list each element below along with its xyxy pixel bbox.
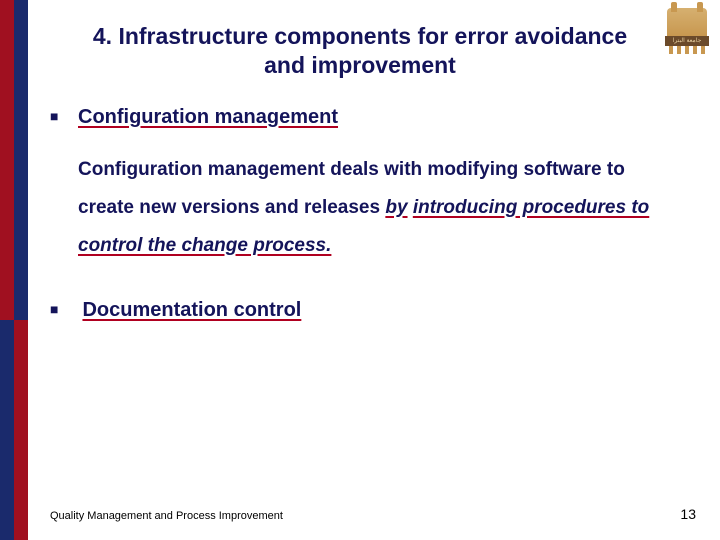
slide-content: 4. Infrastructure components for error a… <box>50 22 670 342</box>
logo-building-icon <box>667 8 707 36</box>
bullet-heading: Documentation control <box>82 299 301 321</box>
slide-title: 4. Infrastructure components for error a… <box>50 22 670 80</box>
sidebar-blue-bottom <box>0 320 14 540</box>
sidebar-red-top <box>0 0 14 320</box>
page-number: 13 <box>680 506 696 522</box>
body-text-by: by <box>385 197 407 218</box>
footer-title: Quality Management and Process Improveme… <box>50 510 283 522</box>
slide-footer: Quality Management and Process Improveme… <box>50 506 696 522</box>
bullet-heading: Configuration management <box>78 106 338 128</box>
bullet-body: Configuration management deals with modi… <box>78 151 670 265</box>
sidebar-red-bottom <box>14 320 28 540</box>
logo-text: جامعة البترا <box>665 36 709 46</box>
sidebar-blue-top <box>14 0 28 320</box>
logo-columns-icon <box>667 46 707 56</box>
sidebar-accent <box>0 0 28 540</box>
bullet-item-config-mgmt: Configuration management Configuration m… <box>50 106 670 265</box>
bullet-item-doc-control: Documentation control <box>50 299 670 322</box>
university-logo: جامعة البترا <box>664 6 710 58</box>
bullet-list: Configuration management Configuration m… <box>50 106 670 322</box>
